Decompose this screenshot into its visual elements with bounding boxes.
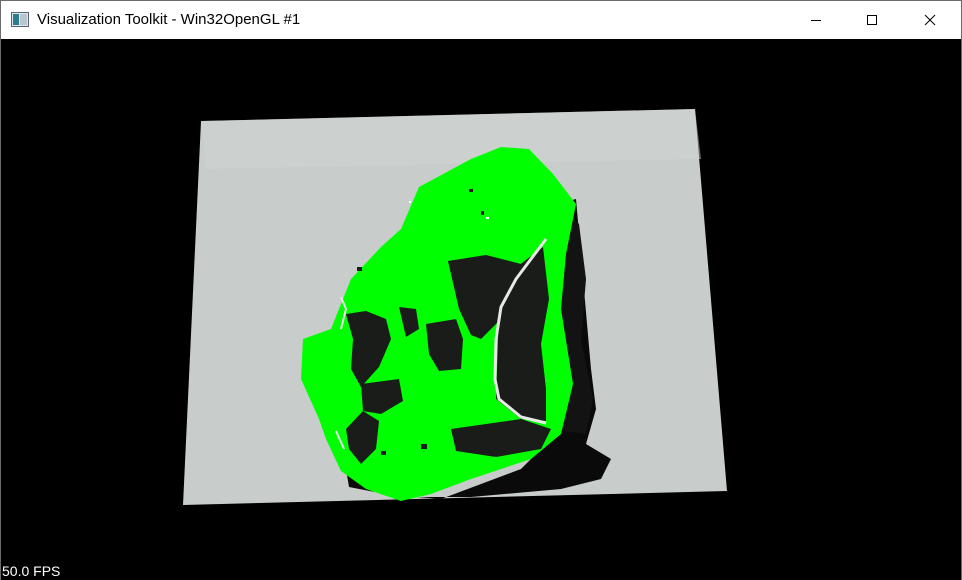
close-button[interactable] xyxy=(907,1,953,39)
maximize-button[interactable] xyxy=(849,1,895,39)
render-viewport[interactable]: 50.0 FPS xyxy=(1,39,961,580)
vtk-window-icon xyxy=(11,12,29,27)
title-bar[interactable]: Visualization Toolkit - Win32OpenGL #1 xyxy=(1,1,961,39)
vtk-render-window: Visualization Toolkit - Win32OpenGL #1 5… xyxy=(0,0,962,580)
fps-counter: 50.0 FPS xyxy=(2,563,61,579)
minimize-button[interactable] xyxy=(793,1,839,39)
minimize-icon xyxy=(810,14,822,26)
window-title: Visualization Toolkit - Win32OpenGL #1 xyxy=(37,11,301,28)
maximize-icon xyxy=(866,14,878,26)
scene-render xyxy=(183,109,727,505)
close-icon xyxy=(924,14,936,26)
